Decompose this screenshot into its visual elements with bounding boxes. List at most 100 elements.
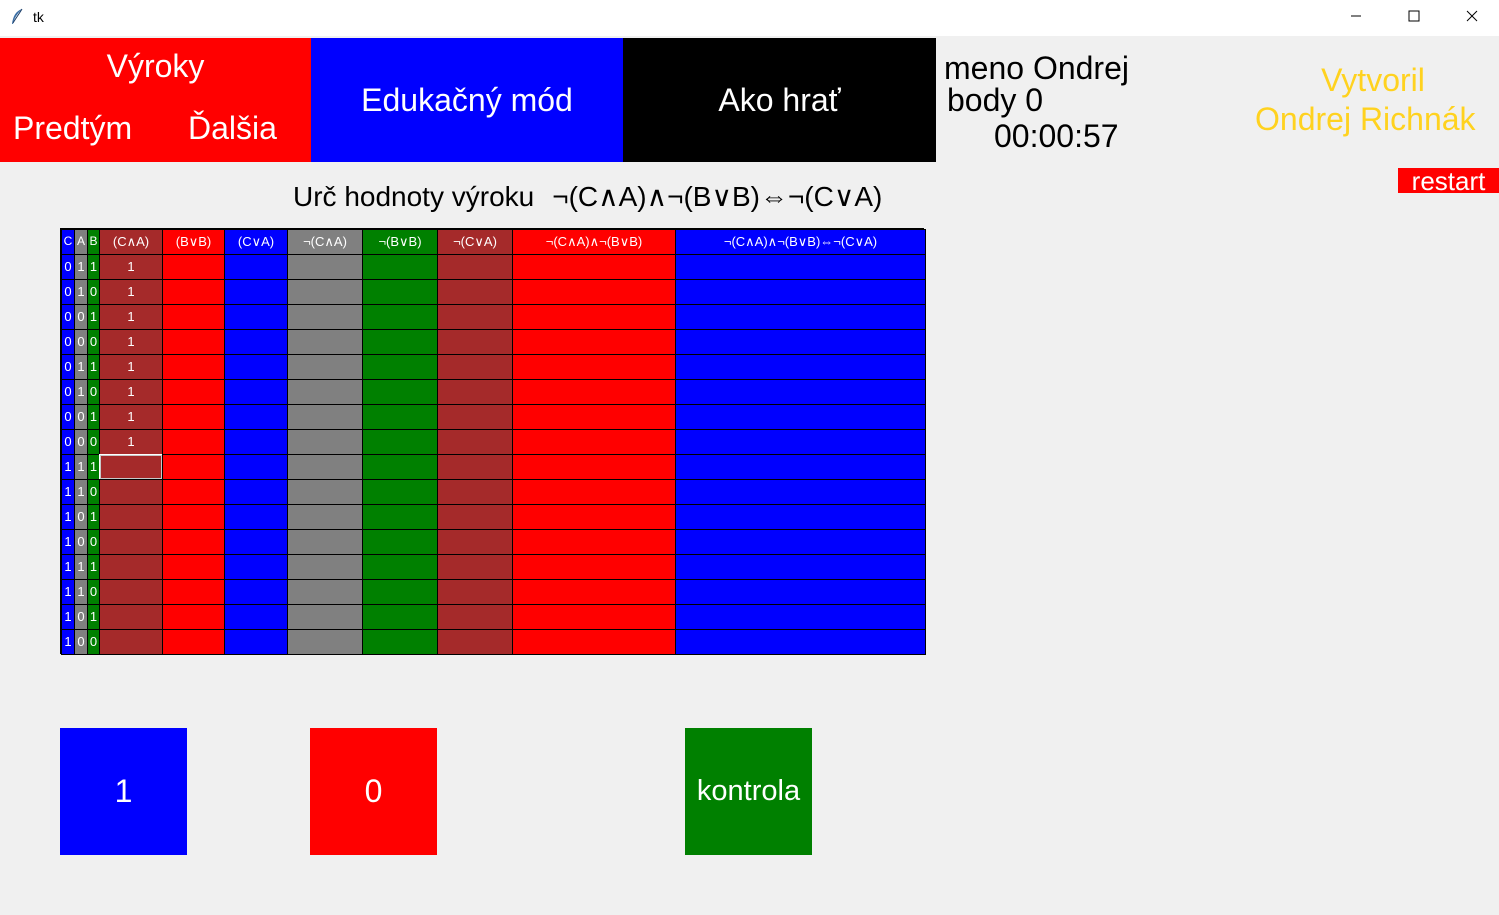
table-answer-cell[interactable]: 1 <box>99 329 163 355</box>
table-answer-cell[interactable] <box>287 479 363 505</box>
table-answer-cell[interactable] <box>437 429 513 455</box>
table-answer-cell[interactable] <box>287 579 363 605</box>
table-answer-cell[interactable] <box>224 604 288 630</box>
table-answer-cell[interactable] <box>512 329 676 355</box>
table-answer-cell[interactable] <box>675 404 926 430</box>
table-answer-cell[interactable] <box>512 254 676 280</box>
table-answer-cell[interactable] <box>675 454 926 480</box>
table-answer-cell[interactable] <box>224 429 288 455</box>
table-answer-cell[interactable] <box>512 354 676 380</box>
zero-button[interactable]: 0 <box>310 728 437 855</box>
table-answer-cell[interactable] <box>287 279 363 305</box>
table-answer-cell[interactable] <box>99 479 163 505</box>
table-answer-cell[interactable] <box>362 554 438 580</box>
table-answer-cell[interactable] <box>162 304 225 330</box>
table-answer-cell[interactable] <box>162 579 225 605</box>
table-answer-cell[interactable] <box>99 529 163 555</box>
table-answer-cell[interactable] <box>437 579 513 605</box>
table-answer-cell[interactable] <box>162 254 225 280</box>
table-answer-cell[interactable] <box>362 454 438 480</box>
table-answer-cell[interactable] <box>675 379 926 405</box>
table-answer-cell[interactable] <box>224 254 288 280</box>
close-button[interactable] <box>1443 0 1499 36</box>
table-answer-cell[interactable] <box>362 479 438 505</box>
table-answer-cell[interactable] <box>162 629 225 655</box>
table-answer-cell[interactable] <box>675 479 926 505</box>
table-answer-cell[interactable] <box>437 304 513 330</box>
table-answer-cell[interactable] <box>224 629 288 655</box>
table-answer-cell[interactable] <box>362 304 438 330</box>
table-answer-cell[interactable] <box>224 404 288 430</box>
table-answer-cell[interactable]: 1 <box>99 279 163 305</box>
table-answer-cell[interactable] <box>162 529 225 555</box>
minimize-button[interactable] <box>1327 0 1385 36</box>
table-answer-cell[interactable] <box>512 279 676 305</box>
table-answer-cell[interactable] <box>437 504 513 530</box>
table-answer-cell[interactable]: 1 <box>99 354 163 380</box>
table-answer-cell[interactable] <box>437 329 513 355</box>
table-answer-cell[interactable] <box>437 604 513 630</box>
maximize-button[interactable] <box>1385 0 1443 36</box>
table-answer-cell[interactable] <box>224 354 288 380</box>
table-answer-cell[interactable] <box>287 379 363 405</box>
table-answer-cell[interactable] <box>162 379 225 405</box>
table-answer-cell[interactable] <box>362 504 438 530</box>
table-answer-cell[interactable] <box>287 304 363 330</box>
table-answer-cell[interactable] <box>512 554 676 580</box>
table-answer-cell[interactable] <box>99 504 163 530</box>
table-answer-cell[interactable] <box>362 404 438 430</box>
table-answer-cell[interactable] <box>287 329 363 355</box>
table-answer-cell[interactable]: 1 <box>99 379 163 405</box>
table-answer-cell[interactable] <box>437 254 513 280</box>
table-answer-cell[interactable]: 1 <box>99 304 163 330</box>
table-answer-cell[interactable] <box>437 479 513 505</box>
table-answer-cell[interactable] <box>224 504 288 530</box>
table-answer-cell[interactable]: 1 <box>99 254 163 280</box>
table-answer-cell[interactable] <box>362 604 438 630</box>
table-answer-cell[interactable] <box>512 529 676 555</box>
table-answer-cell[interactable] <box>512 454 676 480</box>
education-mode-button[interactable]: Edukačný mód <box>311 38 623 162</box>
table-answer-cell[interactable] <box>362 379 438 405</box>
table-answer-cell[interactable] <box>224 304 288 330</box>
table-answer-cell[interactable] <box>287 504 363 530</box>
table-answer-cell[interactable] <box>162 429 225 455</box>
table-answer-cell[interactable] <box>437 529 513 555</box>
table-answer-cell[interactable] <box>362 629 438 655</box>
table-answer-cell[interactable]: 1 <box>99 429 163 455</box>
table-answer-cell[interactable] <box>675 554 926 580</box>
table-answer-cell[interactable] <box>512 379 676 405</box>
table-answer-cell[interactable] <box>512 629 676 655</box>
table-answer-cell[interactable] <box>675 629 926 655</box>
table-answer-cell[interactable] <box>437 454 513 480</box>
table-answer-cell[interactable] <box>362 354 438 380</box>
table-answer-cell[interactable] <box>675 279 926 305</box>
table-answer-cell[interactable] <box>99 454 163 480</box>
one-button[interactable]: 1 <box>60 728 187 855</box>
table-answer-cell[interactable] <box>162 329 225 355</box>
table-answer-cell[interactable] <box>437 279 513 305</box>
restart-button[interactable]: restart <box>1398 168 1499 194</box>
table-answer-cell[interactable] <box>162 554 225 580</box>
table-answer-cell[interactable] <box>224 279 288 305</box>
table-answer-cell[interactable] <box>437 379 513 405</box>
table-answer-cell[interactable] <box>512 304 676 330</box>
table-answer-cell[interactable] <box>224 554 288 580</box>
table-answer-cell[interactable] <box>437 354 513 380</box>
table-answer-cell[interactable] <box>162 479 225 505</box>
table-answer-cell[interactable] <box>362 579 438 605</box>
table-answer-cell[interactable] <box>512 479 676 505</box>
table-answer-cell[interactable] <box>675 529 926 555</box>
table-answer-cell[interactable] <box>224 479 288 505</box>
table-answer-cell[interactable] <box>99 604 163 630</box>
next-button[interactable]: Ďalšia <box>188 110 277 147</box>
table-answer-cell[interactable] <box>512 579 676 605</box>
table-answer-cell[interactable] <box>362 529 438 555</box>
table-answer-cell[interactable] <box>512 504 676 530</box>
table-answer-cell[interactable] <box>437 554 513 580</box>
table-answer-cell[interactable] <box>512 404 676 430</box>
table-answer-cell[interactable] <box>675 304 926 330</box>
table-answer-cell[interactable] <box>287 604 363 630</box>
table-answer-cell[interactable] <box>287 529 363 555</box>
table-answer-cell[interactable] <box>287 554 363 580</box>
